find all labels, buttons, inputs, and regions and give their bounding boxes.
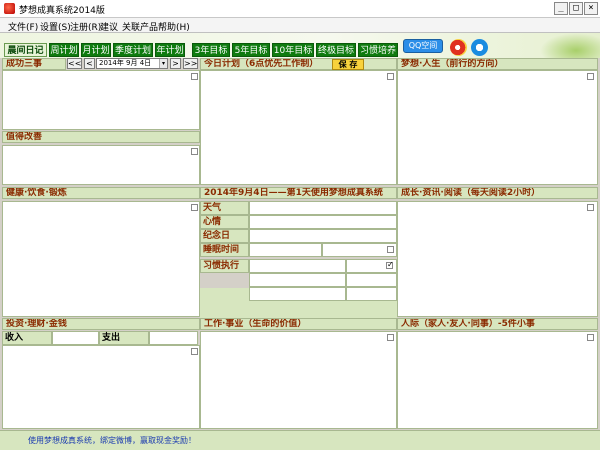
menu-file[interactable]: 文件(F) <box>8 20 38 33</box>
relations-textarea[interactable] <box>397 331 598 429</box>
habit-row: 习惯执行 <box>200 259 397 273</box>
tab-month-plan[interactable]: 月计划 <box>81 43 111 57</box>
weather-label: 天气 <box>200 201 249 215</box>
dream-textarea[interactable] <box>397 70 598 185</box>
date-value: 2014年 9月 4日 <box>99 59 152 67</box>
tab-morning-diary[interactable]: 晨间日记 <box>4 43 47 57</box>
health-checkbox[interactable] <box>191 204 198 211</box>
save-button[interactable]: 保 存 <box>332 59 364 70</box>
menu-register[interactable]: 注册(R) <box>70 20 101 33</box>
mood-label: 心情 <box>200 215 249 229</box>
habit-label: 习惯执行 <box>200 259 249 273</box>
invest-textarea[interactable] <box>2 345 200 429</box>
weather-input[interactable] <box>249 201 397 215</box>
qq-zone-icon[interactable]: QQ空间 <box>403 39 443 53</box>
growth-textarea[interactable] <box>397 201 598 317</box>
health-header: 健康·饮食·锻炼 <box>2 187 200 199</box>
anniversary-row: 纪念日 <box>200 229 397 243</box>
income-input[interactable] <box>52 331 99 345</box>
relations-checkbox[interactable] <box>587 334 594 341</box>
sleep-row: 睡眠时间 <box>200 243 397 257</box>
menu-settings[interactable]: 设置(S) <box>40 20 71 33</box>
habit-row-3 <box>200 287 397 301</box>
title-bar: 梦想成真系统2014版 _ □ × <box>0 0 600 18</box>
work-checkbox[interactable] <box>387 334 394 341</box>
tab-year-plan[interactable]: 年计划 <box>155 43 185 57</box>
invest-header: 投资·理财·金钱 <box>2 318 200 330</box>
tab-habit[interactable]: 习惯培养 <box>358 43 398 57</box>
income-label: 收入 <box>2 331 52 345</box>
expense-input[interactable] <box>149 331 198 345</box>
dream-header: 梦想·人生（前行的方向） <box>397 58 598 70</box>
maximize-button[interactable]: □ <box>569 2 583 15</box>
sleep-label: 睡眠时间 <box>200 243 249 257</box>
last-button[interactable]: >> <box>183 58 198 69</box>
habit-input-3[interactable] <box>249 273 346 287</box>
menu-suggest[interactable]: 建议 <box>100 20 118 33</box>
improve-header: 值得改善 <box>2 131 200 143</box>
mood-input[interactable] <box>249 215 397 229</box>
tencent-weibo-icon[interactable] <box>471 39 488 56</box>
leaf-decoration <box>540 33 600 58</box>
habit-input-6[interactable] <box>346 287 397 301</box>
work-header: 工作·事业（生命的价值） <box>200 318 397 330</box>
first-button[interactable]: << <box>67 58 82 69</box>
prev-button[interactable]: < <box>84 58 95 69</box>
today-plan-textarea[interactable] <box>200 70 397 185</box>
today-plan-header: 今日计划（6点优先工作制） <box>200 58 397 70</box>
date-picker[interactable]: 2014年 9月 4日 ▾ <box>96 58 168 69</box>
today-plan-checkbox[interactable] <box>387 73 394 80</box>
status-bar: 使用梦想成真系统，绑定微博，赢取现金奖励！ <box>0 430 600 450</box>
minimize-button[interactable]: _ <box>554 2 568 15</box>
anniversary-input[interactable] <box>249 229 397 243</box>
sleep-input-end[interactable] <box>322 243 397 257</box>
improve-checkbox[interactable] <box>191 148 198 155</box>
relations-header: 人际（家人·友人·同事）-5件小事 <box>397 318 598 330</box>
growth-header: 成长·资讯·阅读（每天阅读2小时） <box>397 187 598 199</box>
date-nav: << < 2014年 9月 4日 ▾ > >> <box>0 58 200 70</box>
tab-10year-goal[interactable]: 10年目标 <box>272 43 314 57</box>
weather-row: 天气 <box>200 201 397 215</box>
next-button[interactable]: > <box>170 58 181 69</box>
habit-checkbox[interactable] <box>386 260 394 269</box>
habit-input-2[interactable] <box>346 259 397 273</box>
growth-checkbox[interactable] <box>587 204 594 211</box>
tab-3year-goal[interactable]: 3年目标 <box>192 43 230 57</box>
mood-row: 心情 <box>200 215 397 229</box>
tab-5year-goal[interactable]: 5年目标 <box>232 43 270 57</box>
dream-checkbox[interactable] <box>587 73 594 80</box>
improve-textarea[interactable] <box>2 145 200 185</box>
work-textarea[interactable] <box>200 331 397 429</box>
tab-week-plan[interactable]: 周计划 <box>49 43 79 57</box>
invest-checkbox[interactable] <box>191 348 198 355</box>
window-title: 梦想成真系统2014版 <box>19 6 105 16</box>
status-message[interactable]: 使用梦想成真系统，绑定微博，赢取现金奖励！ <box>28 435 196 446</box>
anniversary-label: 纪念日 <box>200 229 249 243</box>
menu-related[interactable]: 关联产品 <box>122 20 158 33</box>
sleep-checkbox[interactable] <box>387 246 394 253</box>
tab-quarter-plan[interactable]: 季度计划 <box>113 43 153 57</box>
habit-input-4[interactable] <box>346 273 397 287</box>
habit-input-1[interactable] <box>249 259 346 273</box>
tab-ultimate-goal[interactable]: 终极目标 <box>316 43 356 57</box>
expense-label: 支出 <box>99 331 149 345</box>
tab-bar: 晨间日记 周计划 月计划 季度计划 年计划 3年目标 5年目标 10年目标 终极… <box>0 33 600 58</box>
sleep-input-start[interactable] <box>249 243 322 257</box>
menu-bar: 文件(F) 设置(S) 注册(R) 建议 关联产品 帮助(H) <box>0 18 600 33</box>
dropdown-icon[interactable]: ▾ <box>159 59 167 68</box>
money-row: 收入 支出 <box>2 331 198 345</box>
habit-row-2 <box>200 273 397 287</box>
diary-header: 2014年9月4日——第1天使用梦想成真系统 <box>200 187 397 199</box>
app-icon <box>4 3 15 14</box>
weibo-icon[interactable] <box>450 39 467 56</box>
health-textarea[interactable] <box>2 201 200 317</box>
success-checkbox[interactable] <box>191 73 198 80</box>
success-textarea[interactable] <box>2 70 200 130</box>
habit-input-5[interactable] <box>249 287 346 301</box>
menu-help[interactable]: 帮助(H) <box>158 20 190 33</box>
close-button[interactable]: × <box>584 2 598 15</box>
